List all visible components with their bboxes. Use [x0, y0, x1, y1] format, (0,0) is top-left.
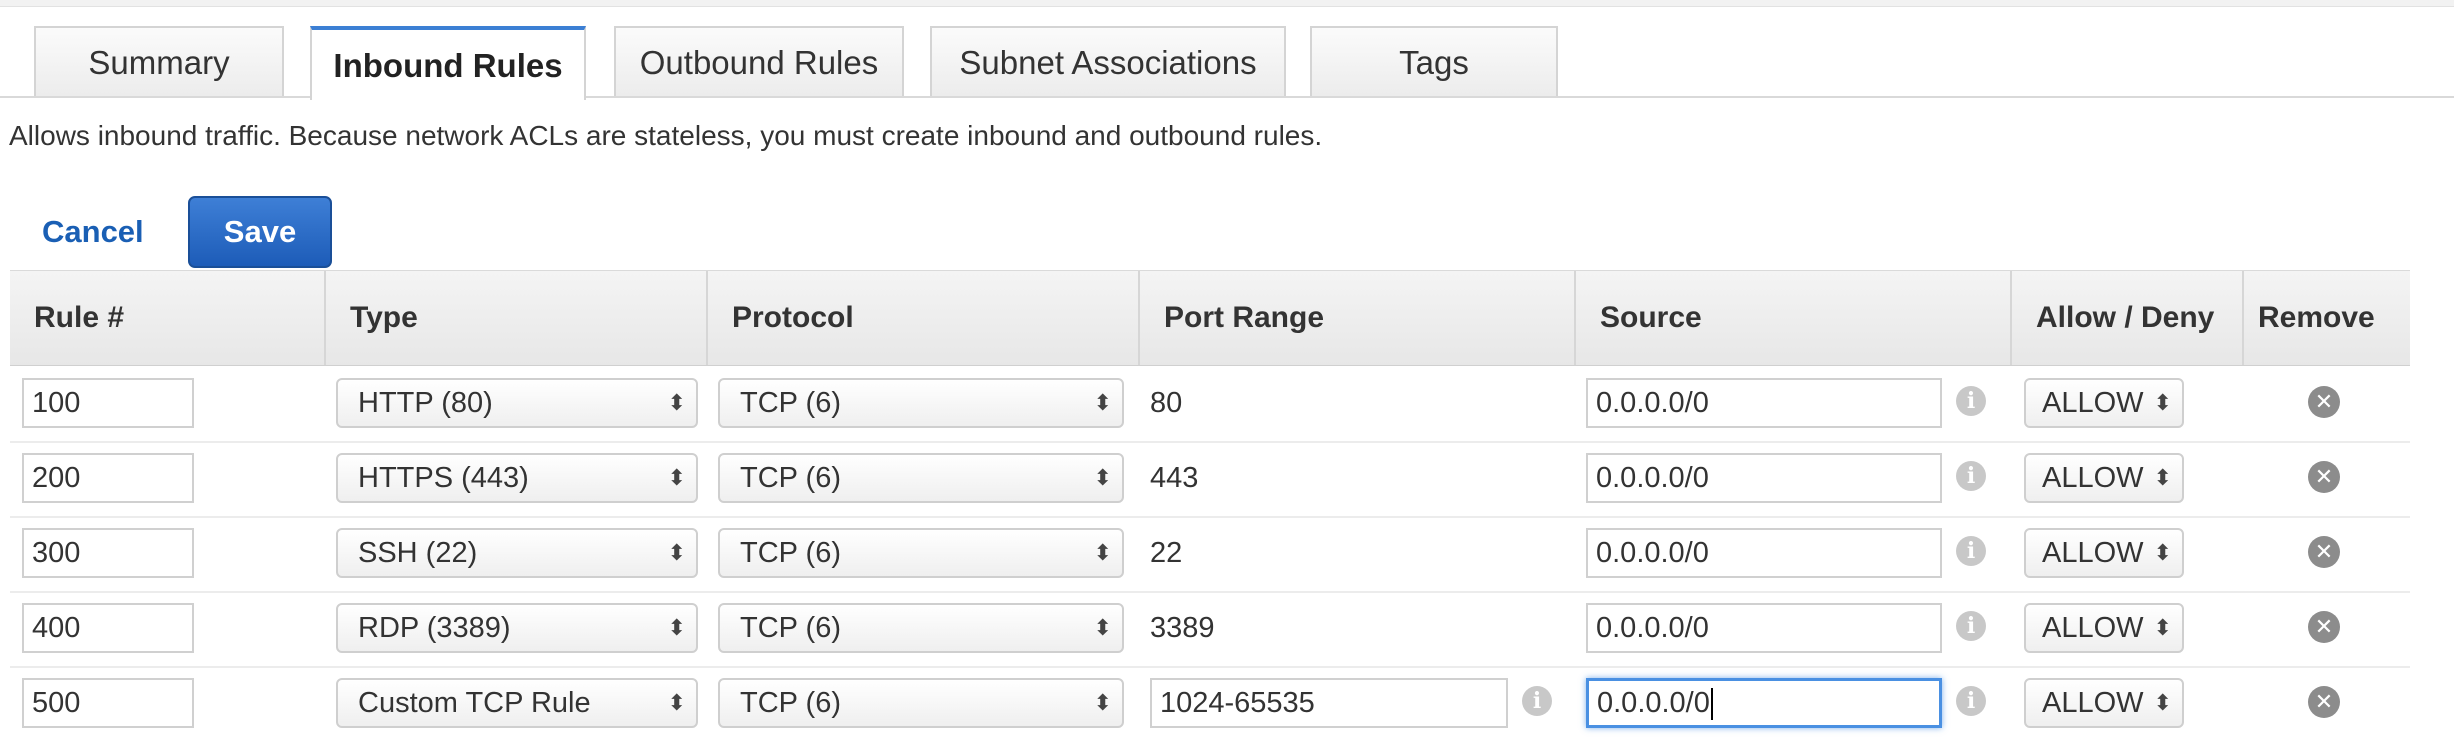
- rule-number-input[interactable]: 200: [22, 453, 194, 503]
- save-button[interactable]: Save: [188, 196, 332, 268]
- allow-deny-value: ALLOW: [2042, 387, 2144, 419]
- type-value: RDP (3389): [358, 612, 511, 644]
- protocol-select[interactable]: TCP (6) ⬍: [718, 603, 1124, 653]
- updown-arrows-icon: ⬍: [2153, 465, 2172, 490]
- header-type: Type: [324, 271, 706, 365]
- table-row: 400 RDP (3389) ⬍ TCP (6) ⬍ 3389 0.0.0.0/0 …: [10, 591, 2410, 668]
- text-cursor: [1710, 688, 1713, 721]
- updown-arrows-icon: ⬍: [1093, 615, 1112, 640]
- protocol-select[interactable]: TCP (6) ⬍: [718, 528, 1124, 578]
- tab-tags[interactable]: Tags: [1310, 26, 1558, 96]
- remove-circle-icon[interactable]: ✕: [2308, 461, 2340, 493]
- updown-arrows-icon: ⬍: [667, 540, 686, 565]
- allow-deny-select[interactable]: ALLOW ⬍: [2024, 603, 2184, 653]
- header-allow-deny: Allow / Deny: [2010, 271, 2242, 365]
- updown-arrows-icon: ⬍: [667, 690, 686, 715]
- type-select[interactable]: HTTPS (443) ⬍: [336, 453, 698, 503]
- inbound-rules-description: Allows inbound traffic. Because network …: [9, 120, 1323, 151]
- allow-deny-select[interactable]: ALLOW ⬍: [2024, 453, 2184, 503]
- updown-arrows-icon: ⬍: [1093, 690, 1112, 715]
- header-source: Source: [1574, 271, 2010, 365]
- port-range-value: 443: [1150, 462, 1199, 494]
- port-range-input[interactable]: 1024-65535: [1150, 678, 1508, 728]
- header-port-range: Port Range: [1138, 271, 1574, 365]
- info-icon[interactable]: i: [1956, 461, 1986, 491]
- protocol-value: TCP (6): [740, 612, 841, 644]
- table-row: 500 Custom TCP Rule ⬍ TCP (6) ⬍ 1024-65535…: [10, 666, 2410, 741]
- header-protocol: Protocol: [706, 271, 1138, 365]
- type-value: Custom TCP Rule: [358, 687, 591, 719]
- header-remove: Remove: [2242, 271, 2410, 365]
- type-select[interactable]: RDP (3389) ⬍: [336, 603, 698, 653]
- rule-number-input[interactable]: 500: [22, 678, 194, 728]
- info-icon[interactable]: i: [1522, 686, 1552, 716]
- updown-arrows-icon: ⬍: [1093, 465, 1112, 490]
- table-header: Rule # Type Protocol Port Range Source A…: [10, 270, 2410, 366]
- allow-deny-value: ALLOW: [2042, 537, 2144, 569]
- remove-circle-icon[interactable]: ✕: [2308, 611, 2340, 643]
- port-range-value: 22: [1150, 537, 1183, 569]
- protocol-value: TCP (6): [740, 387, 841, 419]
- updown-arrows-icon: ⬍: [667, 615, 686, 640]
- table-row: 200 HTTPS (443) ⬍ TCP (6) ⬍ 443 0.0.0.0/0 …: [10, 441, 2410, 518]
- type-value: SSH (22): [358, 537, 478, 569]
- updown-arrows-icon: ⬍: [2153, 390, 2172, 415]
- info-icon[interactable]: i: [1956, 536, 1986, 566]
- tab-subnet-associations[interactable]: Subnet Associations: [930, 26, 1286, 96]
- updown-arrows-icon: ⬍: [667, 465, 686, 490]
- allow-deny-select[interactable]: ALLOW ⬍: [2024, 378, 2184, 428]
- protocol-value: TCP (6): [740, 462, 841, 494]
- info-icon[interactable]: i: [1956, 611, 1986, 641]
- protocol-select[interactable]: TCP (6) ⬍: [718, 378, 1124, 428]
- remove-circle-icon[interactable]: ✕: [2308, 686, 2340, 718]
- info-icon[interactable]: i: [1956, 386, 1986, 416]
- tab-bar: Summary Inbound Rules Outbound Rules Sub…: [0, 26, 2454, 100]
- header-rule-number: Rule #: [34, 301, 125, 334]
- type-select[interactable]: HTTP (80) ⬍: [336, 378, 698, 428]
- updown-arrows-icon: ⬍: [2153, 690, 2172, 715]
- tab-outbound-rules[interactable]: Outbound Rules: [614, 26, 904, 96]
- rule-number-input[interactable]: 400: [22, 603, 194, 653]
- source-value: 0.0.0.0/0: [1597, 687, 1710, 719]
- source-input[interactable]: 0.0.0.0/0: [1586, 603, 1942, 653]
- info-icon[interactable]: i: [1956, 686, 1986, 716]
- updown-arrows-icon: ⬍: [667, 390, 686, 415]
- allow-deny-select[interactable]: ALLOW ⬍: [2024, 678, 2184, 728]
- table-row: 300 SSH (22) ⬍ TCP (6) ⬍ 22 0.0.0.0/0 i AL…: [10, 516, 2410, 593]
- source-input[interactable]: 0.0.0.0/0: [1586, 528, 1942, 578]
- type-value: HTTPS (443): [358, 462, 529, 494]
- table-row: 100 HTTP (80) ⬍ TCP (6) ⬍ 80 0.0.0.0/0 i A…: [10, 366, 2410, 443]
- rule-number-input[interactable]: 300: [22, 528, 194, 578]
- updown-arrows-icon: ⬍: [1093, 390, 1112, 415]
- protocol-value: TCP (6): [740, 687, 841, 719]
- source-input[interactable]: 0.0.0.0/0: [1586, 378, 1942, 428]
- tab-summary[interactable]: Summary: [34, 26, 284, 96]
- type-select[interactable]: SSH (22) ⬍: [336, 528, 698, 578]
- updown-arrows-icon: ⬍: [2153, 615, 2172, 640]
- type-select[interactable]: Custom TCP Rule ⬍: [336, 678, 698, 728]
- port-range-value: 80: [1150, 387, 1183, 419]
- remove-circle-icon[interactable]: ✕: [2308, 536, 2340, 568]
- allow-deny-value: ALLOW: [2042, 687, 2144, 719]
- allow-deny-value: ALLOW: [2042, 612, 2144, 644]
- allow-deny-select[interactable]: ALLOW ⬍: [2024, 528, 2184, 578]
- rule-number-input[interactable]: 100: [22, 378, 194, 428]
- allow-deny-value: ALLOW: [2042, 462, 2144, 494]
- protocol-select[interactable]: TCP (6) ⬍: [718, 678, 1124, 728]
- port-range-value: 3389: [1150, 612, 1215, 644]
- cancel-button[interactable]: Cancel: [42, 214, 144, 250]
- source-input[interactable]: 0.0.0.0/0: [1586, 678, 1942, 728]
- source-input[interactable]: 0.0.0.0/0: [1586, 453, 1942, 503]
- protocol-value: TCP (6): [740, 537, 841, 569]
- type-value: HTTP (80): [358, 387, 493, 419]
- updown-arrows-icon: ⬍: [2153, 540, 2172, 565]
- top-border: [0, 0, 2454, 7]
- tab-inbound-rules[interactable]: Inbound Rules: [310, 26, 586, 100]
- protocol-select[interactable]: TCP (6) ⬍: [718, 453, 1124, 503]
- remove-circle-icon[interactable]: ✕: [2308, 386, 2340, 418]
- updown-arrows-icon: ⬍: [1093, 540, 1112, 565]
